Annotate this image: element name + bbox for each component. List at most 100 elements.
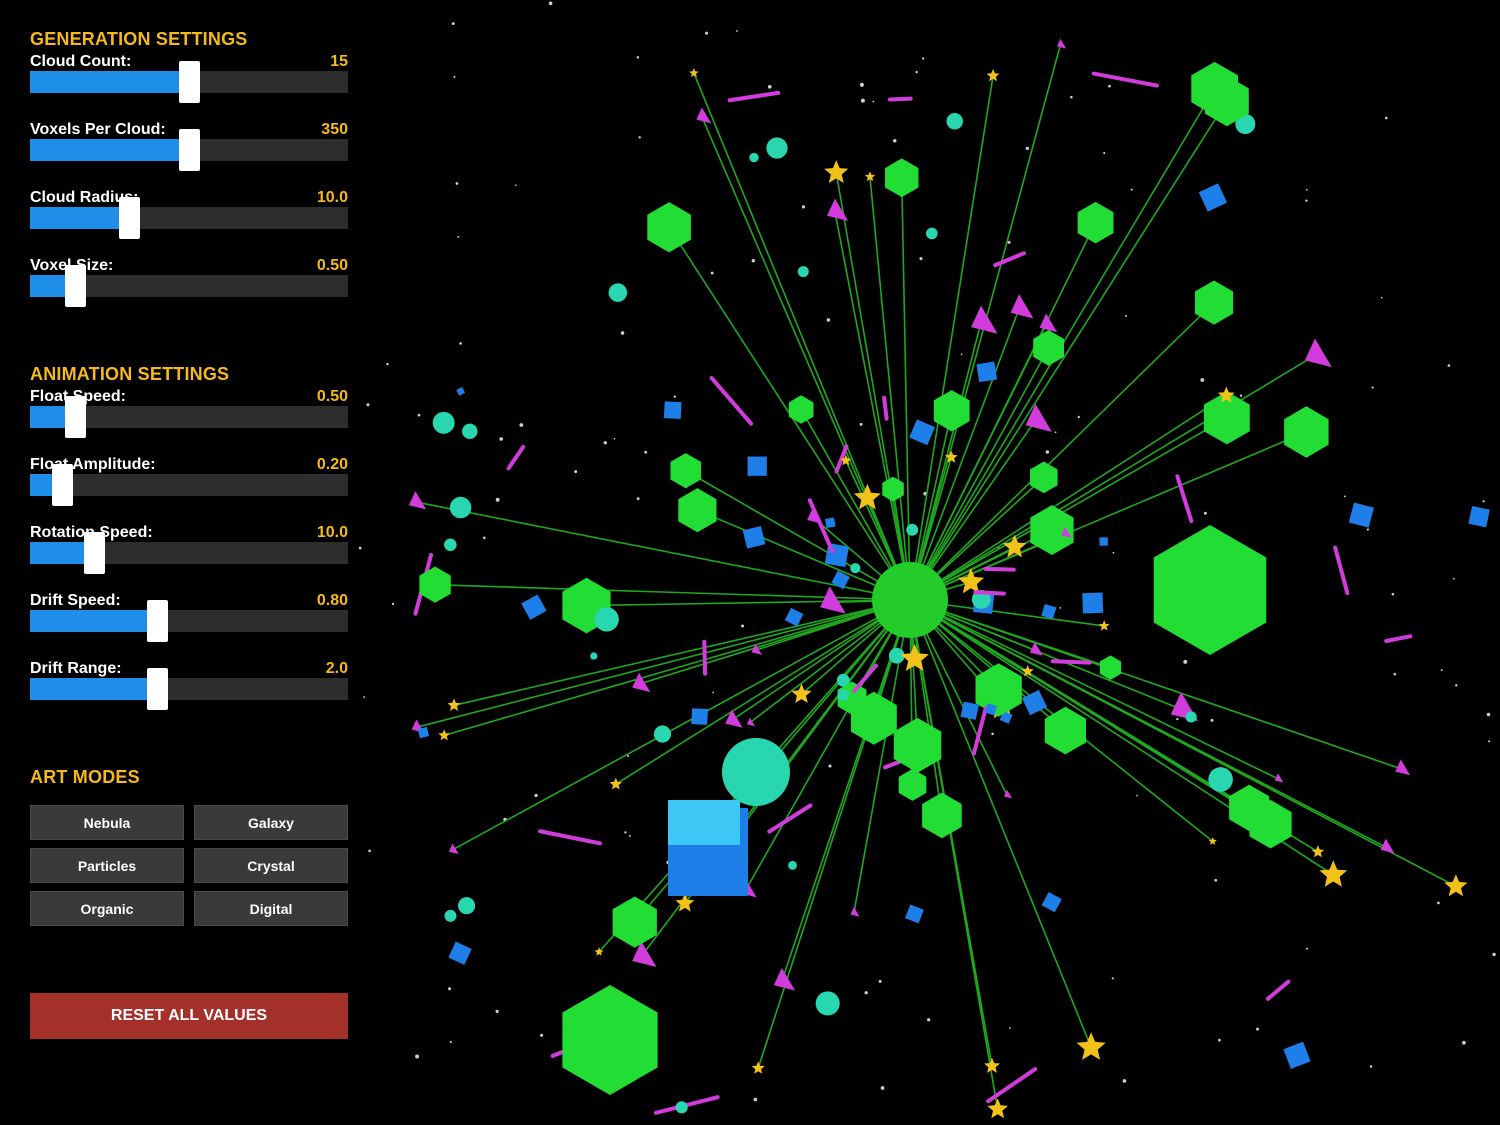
magenta-shard [971,305,998,334]
drift-speed-value: 0.80 [316,592,348,609]
star-dot [1393,672,1397,676]
green-hexagon [1044,706,1086,755]
nebula-mode-button[interactable]: Nebula [30,805,184,840]
star-dot [1488,740,1491,743]
blue-cube [747,456,767,476]
star-dot [859,422,863,426]
star-dot [751,259,756,263]
rotation-speed-slider[interactable] [30,532,348,574]
teal-sphere [590,652,598,660]
slider-thumb[interactable] [147,600,168,642]
teal-sphere [1185,711,1197,723]
slider-fill [30,139,189,161]
star-dot [1214,878,1218,882]
magenta-rod [709,376,754,426]
slider-thumb[interactable] [65,265,86,307]
digital-mode-button[interactable]: Digital [194,891,348,926]
voxel-size-slider[interactable] [30,265,348,307]
gold-star [1444,874,1468,897]
green-hexagon [1153,525,1267,655]
gold-star [1319,860,1348,887]
connector-line [869,176,911,601]
magenta-rod [973,590,1006,596]
cloud-radius-slider[interactable] [30,197,348,239]
drift-range-slider[interactable] [30,668,348,710]
reset-all-values-button[interactable]: RESET ALL VALUES [30,993,348,1039]
slider-thumb[interactable] [179,61,200,103]
star-dot [519,423,524,427]
slider-thumb[interactable] [65,396,86,438]
star-dot [495,1009,499,1013]
star-dot [919,257,923,261]
teal-sphere [608,283,628,302]
green-hexagon [1033,330,1065,366]
voxels-per-cloud-value: 350 [321,121,348,138]
blue-cube [824,517,836,529]
star-dot [1136,794,1138,797]
cloud-count-value: 15 [330,53,348,70]
star-dot [1492,952,1496,957]
slider-thumb[interactable] [147,668,168,710]
teal-sphere [749,152,759,163]
particles-mode-button[interactable]: Particles [30,848,184,883]
gold-star [944,450,958,463]
blue-cube [1041,603,1057,620]
float-speed-slider[interactable] [30,396,348,438]
gold-star [751,1061,765,1074]
star-dot [455,182,459,185]
star-dot [1059,607,1062,609]
star-dot [1025,146,1030,151]
drift-speed-slider[interactable] [30,600,348,642]
teal-sphere [653,725,672,743]
drift-range-label: Drift Range: [30,660,122,677]
star-dot [644,450,648,454]
blue-cube-top [668,800,740,845]
star-dot [514,184,517,186]
star-dot [878,979,882,983]
blue-cube [663,401,682,420]
voxel-size-control: Voxel Size: 0.50 [30,257,348,317]
star-dot [880,1086,885,1090]
cloud-count-slider[interactable] [30,61,348,103]
star-dot [1130,188,1133,191]
magenta-shard [1380,838,1395,854]
star-dot [1452,577,1455,580]
star-dot [753,1097,758,1102]
star-dot [1366,528,1369,531]
gold-star [984,1057,1000,1073]
teal-sphere [462,423,478,440]
connector-line [900,177,911,601]
voxels-per-cloud-slider[interactable] [30,129,348,171]
star-dot [638,136,641,139]
float-amplitude-slider[interactable] [30,464,348,506]
magenta-rod [993,251,1026,268]
star-dot [603,441,607,445]
gold-star [689,68,699,78]
star-dot [451,22,455,26]
cloud-radius-value: 10.0 [316,189,348,206]
slider-thumb[interactable] [52,464,73,506]
star-dot [735,30,738,32]
gold-star [438,729,451,741]
star-dot [628,834,631,837]
slider-thumb[interactable] [84,532,105,574]
cloud-count-control: Cloud Count: 15 [30,53,348,113]
slider-thumb[interactable] [119,197,140,239]
crystal-mode-button[interactable]: Crystal [194,848,348,883]
connector-line [435,583,911,601]
slider-thumb[interactable] [179,129,200,171]
drift-speed-label: Drift Speed: [30,592,121,609]
blue-cube [1348,502,1374,528]
teal-sphere [850,563,861,574]
blue-cube [1041,892,1062,913]
blue-cube [1198,183,1228,212]
star-dot [826,318,831,322]
star-dot [741,624,745,628]
star-dot [1210,718,1214,722]
green-hexagon [922,792,962,839]
slider-fill [30,610,157,632]
galaxy-mode-button[interactable]: Galaxy [194,805,348,840]
organic-mode-button[interactable]: Organic [30,891,184,926]
star-dot [1380,296,1383,299]
star-dot [1103,151,1106,155]
